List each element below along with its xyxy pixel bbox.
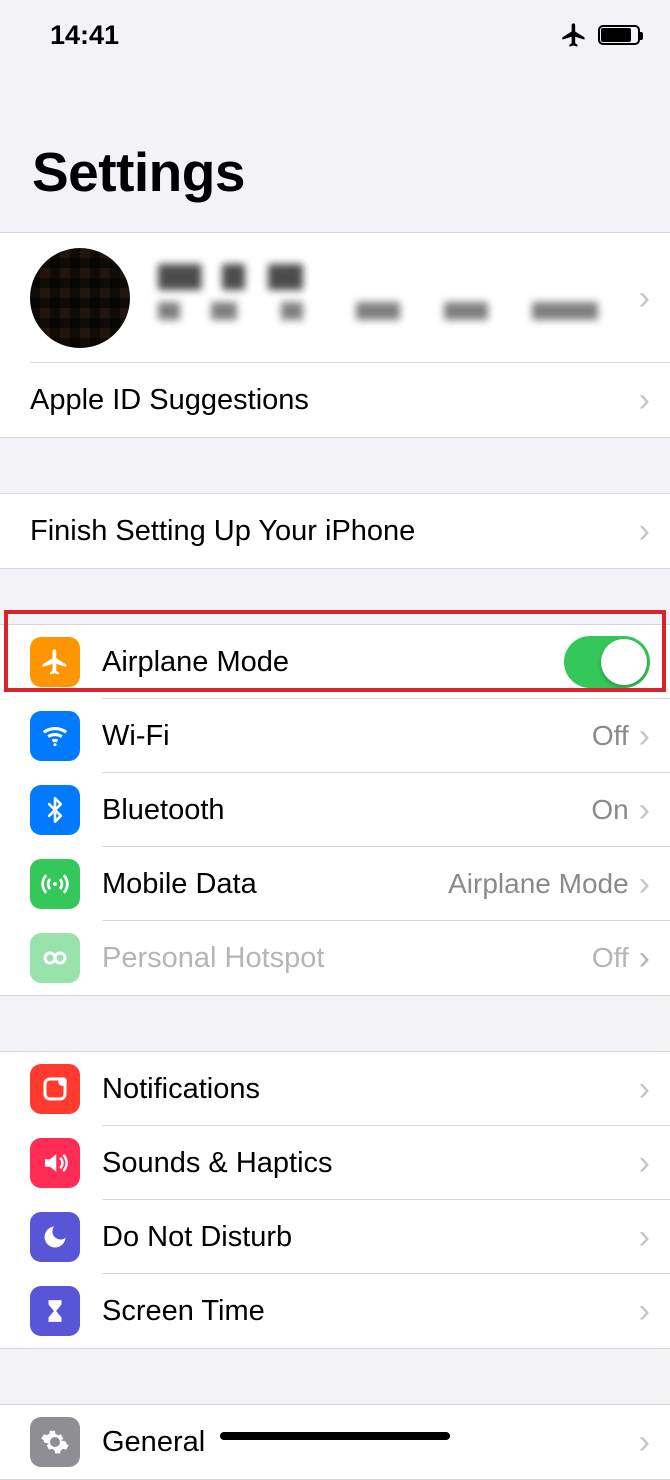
personal-hotspot-row: Personal Hotspot Off ›: [0, 921, 670, 995]
chevron-right-icon: ›: [639, 1292, 650, 1331]
moon-icon: [30, 1212, 80, 1262]
chevron-right-icon: ›: [639, 865, 650, 904]
chevron-right-icon: ›: [639, 1070, 650, 1109]
network-group: Airplane Mode Wi-Fi Off › Bluetooth On ›…: [0, 624, 670, 996]
airplane-status-icon: [560, 21, 588, 49]
apple-id-detail-redacted: [158, 302, 598, 320]
status-time: 14:41: [50, 20, 119, 51]
battery-icon: [598, 25, 640, 45]
row-label: Sounds & Haptics: [102, 1147, 639, 1180]
row-label: Finish Setting Up Your iPhone: [30, 515, 639, 548]
speaker-icon: [30, 1138, 80, 1188]
row-label: Notifications: [102, 1073, 639, 1106]
chevron-right-icon: ›: [639, 717, 650, 756]
row-label: Apple ID Suggestions: [30, 384, 639, 417]
apple-id-suggestions-row[interactable]: Apple ID Suggestions ›: [0, 363, 670, 437]
notifications-icon: [30, 1064, 80, 1114]
general-row[interactable]: General ›: [0, 1405, 670, 1479]
apple-id-name-redacted: [158, 264, 448, 290]
status-bar: 14:41: [0, 0, 670, 70]
do-not-disturb-row[interactable]: Do Not Disturb ›: [0, 1200, 670, 1274]
page-title: Settings: [0, 70, 670, 232]
chevron-right-icon: ›: [639, 279, 650, 318]
chevron-right-icon: ›: [639, 1423, 650, 1462]
apple-id-row[interactable]: ›: [0, 233, 670, 363]
row-label: Bluetooth: [102, 794, 591, 827]
screen-time-row[interactable]: Screen Time ›: [0, 1274, 670, 1348]
general-group: General ›: [0, 1404, 670, 1480]
gear-icon: [30, 1417, 80, 1467]
hourglass-icon: [30, 1286, 80, 1336]
bluetooth-row[interactable]: Bluetooth On ›: [0, 773, 670, 847]
row-label: Do Not Disturb: [102, 1221, 639, 1254]
chevron-right-icon: ›: [639, 791, 650, 830]
chevron-right-icon: ›: [639, 512, 650, 551]
mobile-data-row[interactable]: Mobile Data Airplane Mode ›: [0, 847, 670, 921]
airplane-mode-row[interactable]: Airplane Mode: [0, 625, 670, 699]
chevron-right-icon: ›: [639, 1144, 650, 1183]
finish-setup-row[interactable]: Finish Setting Up Your iPhone ›: [0, 494, 670, 568]
sounds-row[interactable]: Sounds & Haptics ›: [0, 1126, 670, 1200]
antenna-icon: [30, 859, 80, 909]
row-label: General: [102, 1426, 639, 1459]
apple-id-labels: [158, 264, 639, 332]
avatar: [30, 248, 130, 348]
apple-id-group: › Apple ID Suggestions ›: [0, 232, 670, 438]
bluetooth-icon: [30, 785, 80, 835]
system-group: Notifications › Sounds & Haptics › Do No…: [0, 1051, 670, 1349]
wifi-row[interactable]: Wi-Fi Off ›: [0, 699, 670, 773]
notifications-row[interactable]: Notifications ›: [0, 1052, 670, 1126]
chevron-right-icon: ›: [639, 1218, 650, 1257]
finish-setup-group: Finish Setting Up Your iPhone ›: [0, 493, 670, 569]
row-detail: Airplane Mode: [448, 868, 629, 900]
airplane-icon: [30, 637, 80, 687]
row-label: Personal Hotspot: [102, 942, 592, 975]
wifi-icon: [30, 711, 80, 761]
airplane-toggle[interactable]: [564, 636, 650, 688]
chevron-right-icon: ›: [639, 381, 650, 420]
row-detail: Off: [592, 720, 629, 752]
row-label: Screen Time: [102, 1295, 639, 1328]
row-detail: Off: [592, 942, 629, 974]
row-label: Wi-Fi: [102, 720, 592, 753]
hotspot-icon: [30, 933, 80, 983]
row-label: Mobile Data: [102, 868, 448, 901]
row-label: Airplane Mode: [102, 646, 564, 679]
home-indicator: [220, 1432, 450, 1440]
row-detail: On: [591, 794, 628, 826]
chevron-right-icon: ›: [639, 939, 650, 978]
